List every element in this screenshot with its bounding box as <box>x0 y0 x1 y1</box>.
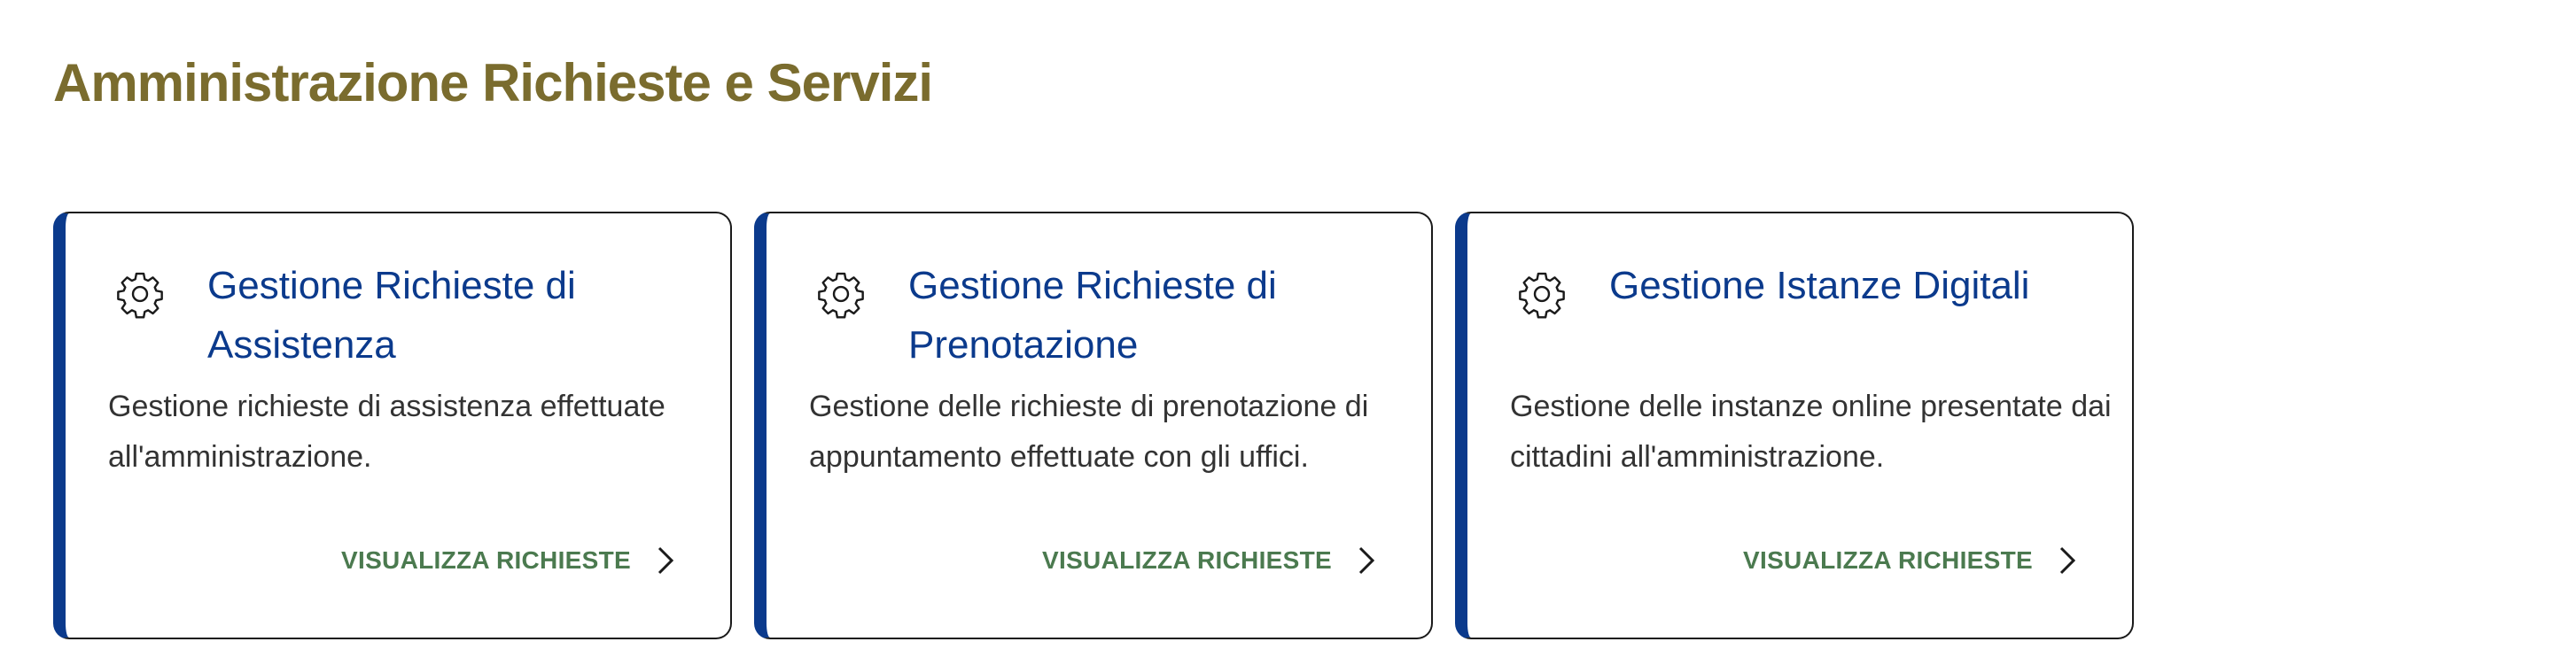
service-card-assistenza: Gestione Richieste di Assistenza Gestion… <box>53 212 732 639</box>
card-description: Gestione delle richieste di prenotazione… <box>809 390 1369 474</box>
view-requests-link[interactable]: VISUALIZZA RICHIESTE <box>1042 543 1378 578</box>
chevron-right-icon <box>2059 546 2076 575</box>
card-description: Gestione delle instanze online presentat… <box>1510 390 2112 474</box>
chevron-right-icon <box>658 546 674 575</box>
service-card-prenotazione: Gestione Richieste di Prenotazione Gesti… <box>754 212 1433 639</box>
page: Amministrazione Richieste e Servizi Gest… <box>0 0 2576 665</box>
view-requests-label: VISUALIZZA RICHIESTE <box>341 546 631 574</box>
card-title: Gestione Istanze Digitali <box>1609 264 2030 307</box>
card-title: Gestione Richieste di Assistenza <box>207 264 576 367</box>
service-card-istanze: Gestione Istanze Digitali Gestione delle… <box>1455 212 2134 639</box>
card-title: Gestione Richieste di Prenotazione <box>908 264 1277 367</box>
card-description: Gestione richieste di assistenza effettu… <box>108 390 665 474</box>
chevron-right-icon <box>1358 546 1375 575</box>
gear-icon <box>114 268 166 320</box>
view-requests-label: VISUALIZZA RICHIESTE <box>1743 546 2033 574</box>
gear-icon <box>1516 268 1568 320</box>
view-requests-label: VISUALIZZA RICHIESTE <box>1042 546 1332 574</box>
view-requests-link[interactable]: VISUALIZZA RICHIESTE <box>341 543 677 578</box>
service-cards: Gestione Richieste di Assistenza Gestion… <box>53 212 2134 639</box>
gear-icon <box>815 268 867 320</box>
page-title: Amministrazione Richieste e Servizi <box>53 53 933 112</box>
view-requests-link[interactable]: VISUALIZZA RICHIESTE <box>1743 543 2079 578</box>
